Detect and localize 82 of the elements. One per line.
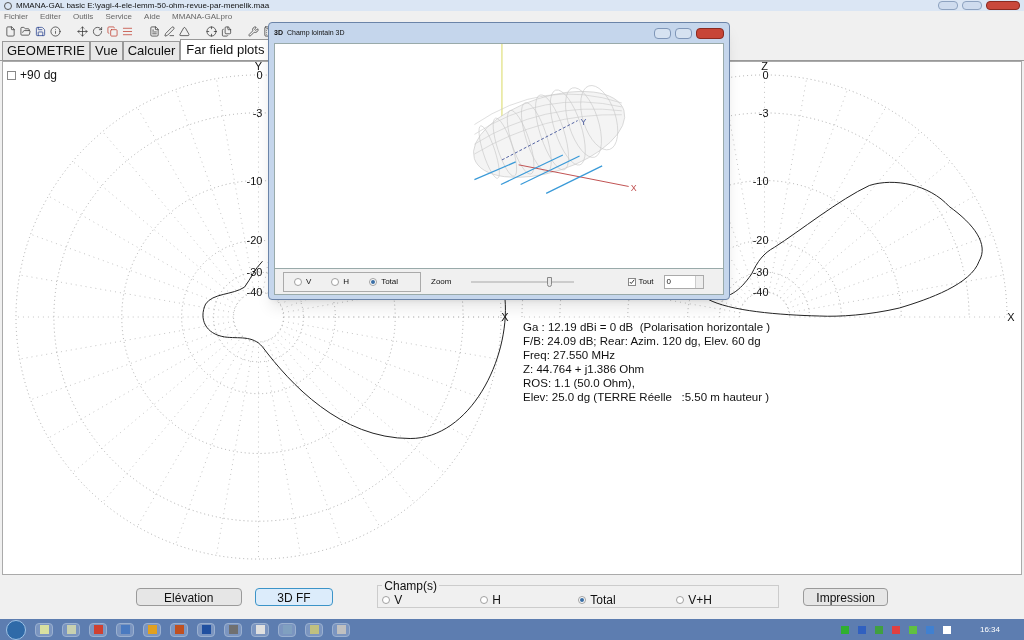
ring-label: -10 xyxy=(752,174,769,187)
result-line: Z: 44.764 + j1.386 Ohm xyxy=(523,362,646,376)
result-line: ROS: 1.1 (50.0 Ohm), xyxy=(523,376,636,390)
pen-icon[interactable] xyxy=(164,25,175,37)
app-icon[interactable] xyxy=(62,622,80,637)
move-icon[interactable] xyxy=(77,25,88,37)
degree-checkbox[interactable]: +90 dg xyxy=(7,66,58,84)
app-icon[interactable] xyxy=(89,622,107,637)
crosshair-icon[interactable] xyxy=(206,25,217,37)
start-icon[interactable] xyxy=(6,619,26,640)
zoom-label: Zoom xyxy=(431,275,452,288)
zoom-slider[interactable] xyxy=(471,276,575,287)
new-file-icon[interactable] xyxy=(5,25,16,37)
all-checkbox[interactable]: Tout xyxy=(628,275,654,288)
menu-item[interactable]: Aide xyxy=(144,10,161,23)
window-title: MMANA-GAL basic E:\yagi-4-ele-lemm-50-ohm-revue-par-menelik.maa xyxy=(16,1,270,10)
mode-radio[interactable]: V xyxy=(294,275,312,288)
app-icon[interactable] xyxy=(332,622,350,637)
menu-item[interactable]: Fichier xyxy=(4,10,28,23)
app-icon[interactable] xyxy=(224,622,242,637)
ring-label: -40 xyxy=(752,286,769,299)
pages-icon[interactable] xyxy=(221,25,232,37)
app-icon[interactable] xyxy=(251,622,269,637)
app-icon[interactable] xyxy=(197,622,215,637)
tab[interactable]: Vue xyxy=(90,41,123,60)
tab[interactable]: Far field plots xyxy=(180,39,271,60)
ring-label: -20 xyxy=(752,234,769,247)
minimize-button[interactable] xyxy=(938,1,958,10)
ring-label: -20 xyxy=(246,234,263,247)
clock: 16:34 xyxy=(979,623,1000,636)
ring-label: -30 xyxy=(246,266,263,279)
result-line: Ga : 12.19 dBi = 0 dB (Polarisation horizontale ) xyxy=(523,320,771,334)
mode-radio[interactable]: H xyxy=(331,275,350,288)
menu-item[interactable]: MMANA-GALpro xyxy=(172,10,233,23)
axis-label: Y xyxy=(580,116,587,127)
triangle-icon[interactable] xyxy=(179,25,190,37)
copy-icon[interactable] xyxy=(107,25,118,37)
ring-label: -3 xyxy=(252,106,263,119)
view-button[interactable]: 3D FF xyxy=(254,588,334,606)
view-button[interactable]: Elévation xyxy=(136,588,242,606)
result-line: Elev: 25.0 dg (TERRE Réelle :5.50 m hauteur ) xyxy=(523,390,771,404)
ring-label: -40 xyxy=(246,286,263,299)
axis-label: Z xyxy=(761,62,768,72)
app-icon[interactable] xyxy=(170,622,188,637)
mode-radio[interactable]: Total xyxy=(369,275,399,288)
maximize-button[interactable] xyxy=(962,1,982,10)
tab[interactable]: Calculer xyxy=(122,41,181,60)
spin-field[interactable]: 0 xyxy=(663,274,704,289)
result-line: F/B: 24.09 dB; Rear: Azim. 120 dg, Elev. 60 dg xyxy=(523,334,762,348)
print-button[interactable]: Impression xyxy=(803,588,888,606)
tools-icon[interactable] xyxy=(248,25,259,37)
ring-label: -10 xyxy=(246,174,263,187)
result-line: Freq: 27.550 MHz xyxy=(523,348,617,362)
rotate-icon[interactable] xyxy=(92,25,103,37)
field-radio[interactable]: Total xyxy=(578,590,677,609)
group-legend: Champ(s) xyxy=(382,580,439,591)
close-button[interactable] xyxy=(696,27,724,39)
close-button[interactable] xyxy=(986,1,1020,10)
app-icon[interactable] xyxy=(305,622,323,637)
menu-item[interactable]: Service xyxy=(105,10,133,23)
ring-label: -30 xyxy=(752,266,769,279)
lines-icon[interactable] xyxy=(122,25,133,37)
menu-item[interactable]: Editer xyxy=(40,10,61,23)
axis-label: X xyxy=(501,311,509,323)
app-icon[interactable] xyxy=(143,622,161,637)
field-radio[interactable]: V+H xyxy=(676,590,775,609)
ring-label: -3 xyxy=(758,106,769,119)
menu-item[interactable]: Outils xyxy=(72,10,94,23)
open-folder-icon[interactable] xyxy=(20,25,31,37)
field-radio[interactable]: H xyxy=(480,590,579,609)
save-icon[interactable] xyxy=(35,25,46,37)
app-icon[interactable] xyxy=(278,622,296,637)
maximize-button[interactable] xyxy=(675,27,692,39)
slider-thumb[interactable] xyxy=(546,276,552,287)
tab[interactable]: GEOMETRIE xyxy=(2,41,90,60)
axis-label: X xyxy=(1007,311,1015,323)
document-icon[interactable] xyxy=(149,25,160,37)
axis-label: X xyxy=(630,183,637,194)
info-icon[interactable] xyxy=(50,25,61,37)
app-icon[interactable] xyxy=(35,622,53,637)
app-icon[interactable] xyxy=(116,622,134,637)
minimize-button[interactable] xyxy=(654,27,671,39)
